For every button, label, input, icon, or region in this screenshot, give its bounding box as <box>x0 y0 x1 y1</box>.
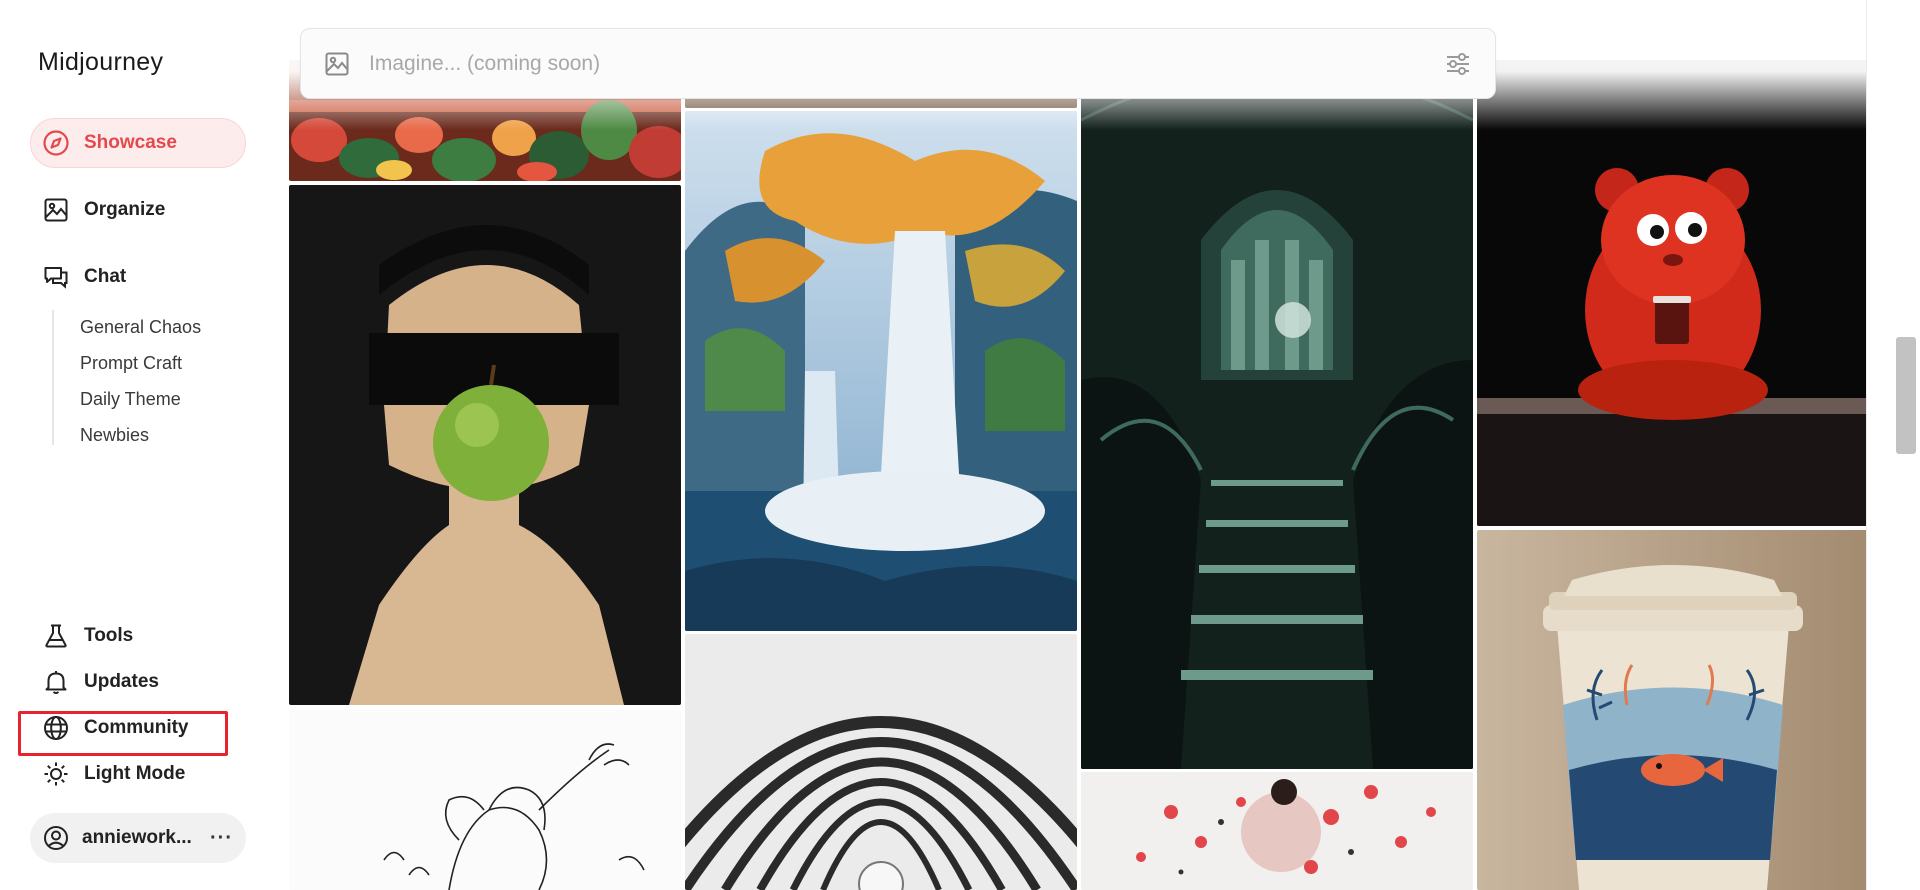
coffee-cup-image <box>1477 530 1866 890</box>
imagine-search-bar[interactable] <box>300 28 1496 99</box>
user-avatar-icon <box>44 826 68 850</box>
imagine-prompt-input[interactable] <box>369 51 1443 76</box>
gallery-tile-sketch-flower[interactable] <box>289 710 681 890</box>
brand-logo[interactable]: Midjourney <box>38 48 163 77</box>
nav-light-mode[interactable]: Light Mode <box>30 752 246 796</box>
nav-tools[interactable]: Tools <box>30 614 246 658</box>
red-bear-image <box>1477 60 1866 526</box>
apple-face-painting-image <box>289 185 681 705</box>
chat-room-prompt-craft[interactable]: Prompt Craft <box>80 353 182 374</box>
sun-icon <box>44 762 68 786</box>
username: anniework... <box>82 827 192 848</box>
image-icon <box>44 198 68 222</box>
sidebar: Midjourney Showcase Organize Chat Genera… <box>0 0 286 890</box>
gothic-staircase-image <box>1081 60 1473 769</box>
nav-showcase[interactable]: Showcase <box>30 118 246 168</box>
app-window: Midjourney Showcase Organize Chat Genera… <box>0 0 1920 890</box>
settings-sliders-icon[interactable] <box>1443 49 1473 79</box>
nav-updates-label: Updates <box>84 671 159 692</box>
chat-room-daily-theme[interactable]: Daily Theme <box>80 389 181 410</box>
nav-updates[interactable]: Updates <box>30 660 246 704</box>
concentric-arches-image <box>685 634 1077 890</box>
nav-tools-label: Tools <box>84 625 134 646</box>
gallery-tile-red-bear[interactable] <box>1477 60 1866 526</box>
bell-icon <box>45 671 67 694</box>
page-scrollbar-thumb[interactable] <box>1896 337 1916 454</box>
community-highlight-box <box>18 711 228 756</box>
chat-icon <box>44 267 68 289</box>
nav-light-mode-label: Light Mode <box>84 763 186 784</box>
nav-organize[interactable]: Organize <box>30 185 246 235</box>
nav-chat[interactable]: Chat <box>30 252 246 302</box>
sketch-flower-image <box>289 710 681 890</box>
nav-chat-label: Chat <box>84 266 127 287</box>
nav-organize-label: Organize <box>84 199 166 220</box>
user-account-pill[interactable]: anniework... ··· <box>30 813 246 863</box>
flask-icon <box>45 624 67 648</box>
gallery-tile-coffee-cup[interactable] <box>1477 530 1866 890</box>
chat-room-general-chaos[interactable]: General Chaos <box>80 317 201 338</box>
gallery-tile-arches[interactable] <box>685 634 1077 890</box>
compass-icon <box>43 130 69 156</box>
waterfall-painting-image <box>685 111 1077 631</box>
more-options-button[interactable]: ··· <box>210 827 233 850</box>
image-icon <box>325 52 349 75</box>
gallery-tile-waterfall[interactable] <box>685 111 1077 631</box>
gallery-tile-apple-face[interactable] <box>289 185 681 705</box>
chat-room-newbies[interactable]: Newbies <box>80 425 149 446</box>
gallery-tile-floating-flowers[interactable] <box>1081 772 1473 890</box>
nav-showcase-label: Showcase <box>84 132 177 153</box>
chat-subnav-rail <box>52 310 54 445</box>
floating-flowers-image <box>1081 772 1473 890</box>
gallery-tile-gothic-stairs[interactable] <box>1081 60 1473 769</box>
showcase-gallery <box>288 0 1866 890</box>
